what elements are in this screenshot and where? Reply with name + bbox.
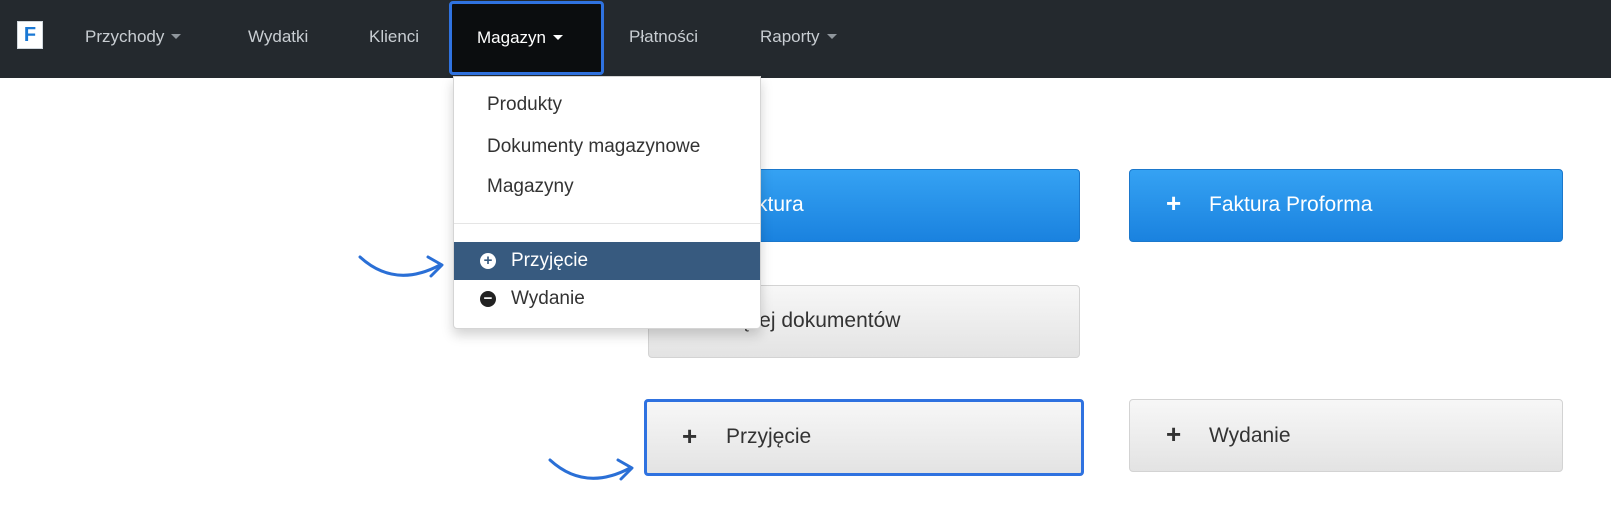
menu-item-dokumenty-magazynowe[interactable]: Dokumenty magazynowe	[454, 131, 760, 163]
plus-icon: +	[1166, 419, 1182, 449]
nav-platnosci[interactable]: Płatności	[629, 0, 698, 74]
nav-wydatki-label: Wydatki	[248, 27, 309, 46]
annotation-arrow-icon	[548, 458, 634, 481]
chevron-down-icon	[171, 34, 182, 40]
top-navbar: F Przychody Wydatki Klienci Magazyn Płat…	[0, 0, 1611, 78]
annotation-arrow-icon	[358, 255, 444, 278]
plus-circle-icon: +	[480, 253, 496, 269]
new-invoice-label: ktura	[757, 193, 804, 216]
nav-magazyn-label: Magazyn	[477, 28, 546, 47]
przyjecie-label: Przyjęcie	[726, 425, 812, 448]
menu-item-przyjecie-label: Przyjęcie	[511, 250, 589, 271]
plus-icon: +	[682, 421, 698, 451]
nav-przychody-label: Przychody	[85, 27, 165, 46]
chevron-down-icon	[826, 34, 837, 40]
nav-platnosci-label: Płatności	[629, 27, 698, 46]
menu-item-przyjecie[interactable]: + Przyjęcie	[454, 242, 760, 280]
new-proforma-button[interactable]: + Faktura Proforma	[1129, 169, 1563, 242]
nav-klienci[interactable]: Klienci	[369, 0, 419, 74]
menu-item-magazyny[interactable]: Magazyny	[454, 171, 760, 203]
nav-magazyn[interactable]: Magazyn	[449, 1, 604, 75]
menu-divider	[454, 223, 760, 224]
minus-circle-icon: −	[480, 291, 496, 307]
documents-label: ącej dokumentów	[737, 309, 901, 332]
app-logo[interactable]: F	[17, 21, 43, 49]
wydanie-button[interactable]: + Wydanie	[1129, 399, 1563, 472]
nav-wydatki[interactable]: Wydatki	[248, 0, 308, 74]
nav-przychody[interactable]: Przychody	[85, 0, 182, 74]
nav-raporty-label: Raporty	[760, 27, 820, 46]
plus-icon: +	[1166, 188, 1182, 218]
chevron-down-icon	[552, 35, 563, 41]
menu-item-wydanie-label: Wydanie	[511, 288, 585, 309]
menu-item-produkty[interactable]: Produkty	[454, 89, 760, 121]
przyjecie-button[interactable]: + Przyjęcie	[644, 399, 1084, 476]
magazyn-dropdown-menu: Produkty Dokumenty magazynowe Magazyny +…	[453, 76, 761, 329]
nav-raporty[interactable]: Raporty	[760, 0, 837, 74]
nav-klienci-label: Klienci	[369, 27, 420, 46]
wydanie-label: Wydanie	[1209, 424, 1291, 447]
menu-item-wydanie[interactable]: − Wydanie	[454, 283, 760, 315]
new-proforma-label: Faktura Proforma	[1209, 193, 1373, 216]
